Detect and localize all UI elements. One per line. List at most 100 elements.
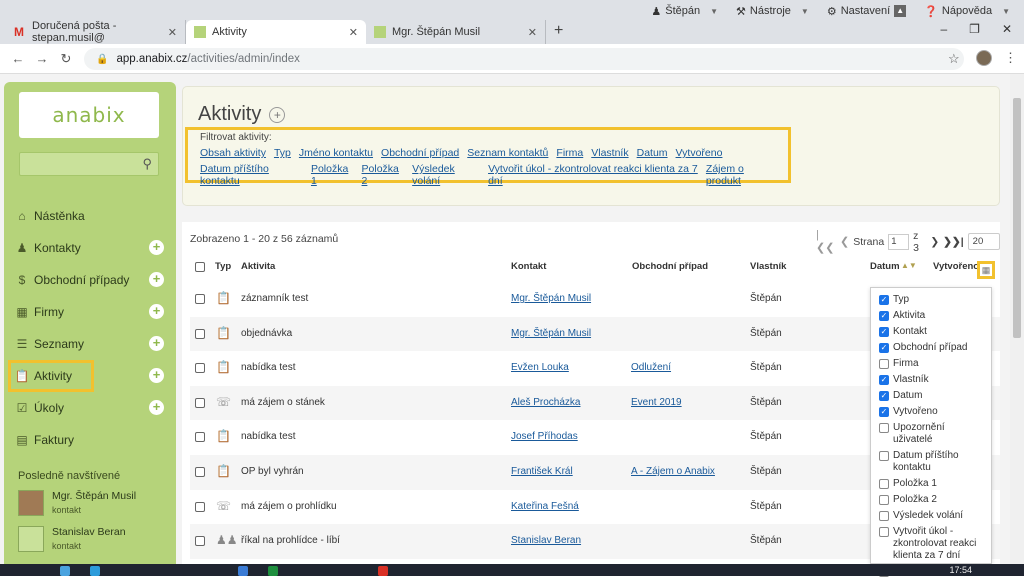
taskbar-app-icon[interactable] [90,566,100,576]
close-icon[interactable]: ✕ [349,26,358,39]
filter-link[interactable]: Položka 1 [311,163,354,187]
filter-link[interactable]: Vlastník [591,147,628,159]
profile-avatar[interactable] [976,50,992,66]
add-company-button[interactable]: + [149,304,164,319]
contact-link[interactable]: František Král [511,466,573,477]
sidebar-search-input[interactable]: ⚲ [19,152,159,176]
taskbar-app-icon[interactable] [238,566,248,576]
checkbox[interactable]: ✓ [879,311,889,321]
last-page-icon[interactable]: ❯❯| [943,236,964,248]
sidebar-item-faktury[interactable]: ▤ Faktury [4,424,176,456]
filter-link[interactable]: Firma [556,147,583,159]
sidebar-item-firmy[interactable]: ▦ Firmy + [4,296,176,328]
sidebar-item-obchodni-pripady[interactable]: $ Obchodní případy + [4,264,176,296]
prev-page-icon[interactable]: ❮ [840,235,849,248]
column-option[interactable]: ✓ Vlastník [879,374,983,386]
filter-link[interactable]: Obchodní případ [381,147,459,159]
contact-link[interactable]: Mgr. Štěpán Musil [511,293,591,304]
tab-contact[interactable]: Mgr. Štěpán Musil ✕ [366,20,546,44]
tools-menu[interactable]: ⚒ Nástroje ▼ [736,5,809,18]
close-icon[interactable]: ✕ [528,26,537,39]
filter-link[interactable]: Datum příštího kontaktu [200,163,303,187]
deal-link[interactable]: A - Zájem o Anabix [631,466,715,477]
contact-link[interactable]: Aleš Procházka [511,397,580,408]
row-checkbox[interactable] [195,397,205,408]
add-activity-icon[interactable]: + [269,106,286,123]
checkbox[interactable]: ✓ [879,295,889,305]
column-option[interactable]: Upozornění uživatelé [879,422,983,446]
taskbar-app-icon[interactable] [378,566,388,576]
first-page-icon[interactable]: |❮❮ [816,229,836,254]
column-option[interactable]: Výsledek volání [879,510,983,522]
filter-link[interactable]: Výsledek volání [412,163,480,187]
checkbox[interactable] [879,479,889,489]
filter-link[interactable]: Datum [637,147,668,159]
contact-link[interactable]: Mgr. Štěpán Musil [511,328,591,339]
scrollbar[interactable] [1010,74,1024,564]
column-option[interactable]: ✓ Typ [879,294,983,306]
bookmark-star-icon[interactable]: ☆ [948,51,960,67]
row-checkbox[interactable] [195,363,205,374]
tab-gmail[interactable]: M Doručená pošta - stepan.musil@ ✕ [6,20,186,44]
row-checkbox[interactable] [195,294,205,304]
column-option[interactable]: ✓ Kontakt [879,326,983,338]
minimize-button[interactable]: – [940,22,947,36]
add-contact-button[interactable]: + [149,240,164,255]
sidebar-item-ukoly[interactable]: ☑ Úkoly + [4,392,176,424]
row-checkbox[interactable] [195,328,205,339]
checkbox[interactable]: ✓ [879,407,889,417]
column-option[interactable]: Vytvořit úkol - zkontrolovat reakci klie… [879,526,983,562]
sidebar-item-aktivity[interactable]: 📋 Aktivity [8,360,94,392]
column-option[interactable]: Položka 1 [879,478,983,490]
add-activity-button[interactable]: + [149,368,164,383]
sidebar-item-kontakty[interactable]: ♟ Kontakty + [4,232,176,264]
sidebar-item-nastenka[interactable]: ⌂ Nástěnka [4,200,176,232]
close-window-button[interactable]: ✕ [1002,22,1012,36]
add-list-button[interactable]: + [149,336,164,351]
filter-link[interactable]: Obsah aktivity [200,147,266,159]
filter-link[interactable]: Typ [274,147,291,159]
scrollbar-thumb[interactable] [1013,98,1021,338]
contact-link[interactable]: Evžen Louka [511,362,569,373]
checkbox[interactable] [879,451,889,461]
add-deal-button[interactable]: + [149,272,164,287]
page-input[interactable]: 1 [888,233,910,250]
close-icon[interactable]: ✕ [168,26,177,39]
column-option[interactable]: ✓ Datum [879,390,983,402]
column-option[interactable]: Datum příštího kontaktu [879,450,983,474]
forward-icon[interactable]: → [30,51,54,66]
filter-link[interactable]: Zájem o produkt [706,163,776,187]
browser-menu-icon[interactable]: ⋮ [1004,50,1017,66]
checkbox[interactable]: ✓ [879,375,889,385]
help-menu[interactable]: ❓ Nápověda ▼ [924,5,1010,18]
column-option[interactable]: ✓ Aktivita [879,310,983,322]
filter-link[interactable]: Položka 2 [362,163,405,187]
column-option[interactable]: Firma [879,358,983,370]
next-page-icon[interactable]: ❯ [930,236,939,248]
select-all-checkbox[interactable] [195,262,205,272]
filter-link[interactable]: Seznam kontaktů [467,147,548,159]
deal-link[interactable]: Event 2019 [631,397,682,408]
add-task-button[interactable]: + [149,400,164,415]
checkbox[interactable] [879,527,889,537]
row-checkbox[interactable] [195,432,205,443]
sidebar-item-seznamy[interactable]: ☰ Seznamy + [4,328,176,360]
checkbox[interactable] [879,359,889,369]
filter-link[interactable]: Vytvořit úkol - zkontrolovat reakci klie… [488,163,698,187]
checkbox[interactable] [879,495,889,505]
deal-link[interactable]: Odlužení [631,362,671,373]
user-menu[interactable]: ♟ Štěpán ▼ [651,5,718,18]
new-tab-button[interactable]: + [554,22,563,40]
filter-link[interactable]: Jméno kontaktu [299,147,373,159]
contact-link[interactable]: Kateřina Fešná [511,501,579,512]
row-checkbox[interactable] [195,466,205,477]
contact-link[interactable]: Josef Příhodas [511,431,578,442]
settings-menu[interactable]: ⚙ Nastavení ▲ [827,5,907,18]
checkbox[interactable]: ✓ [879,343,889,353]
per-page-select[interactable]: 20 [967,233,1001,250]
url-field[interactable]: 🔒 app.anabix.cz/activities/admin/index [84,48,964,70]
row-checkbox[interactable] [195,501,205,512]
checkbox[interactable]: ✓ [879,327,889,337]
column-option[interactable]: Položka 2 [879,494,983,506]
contact-link[interactable]: Stanislav Beran [511,535,581,546]
